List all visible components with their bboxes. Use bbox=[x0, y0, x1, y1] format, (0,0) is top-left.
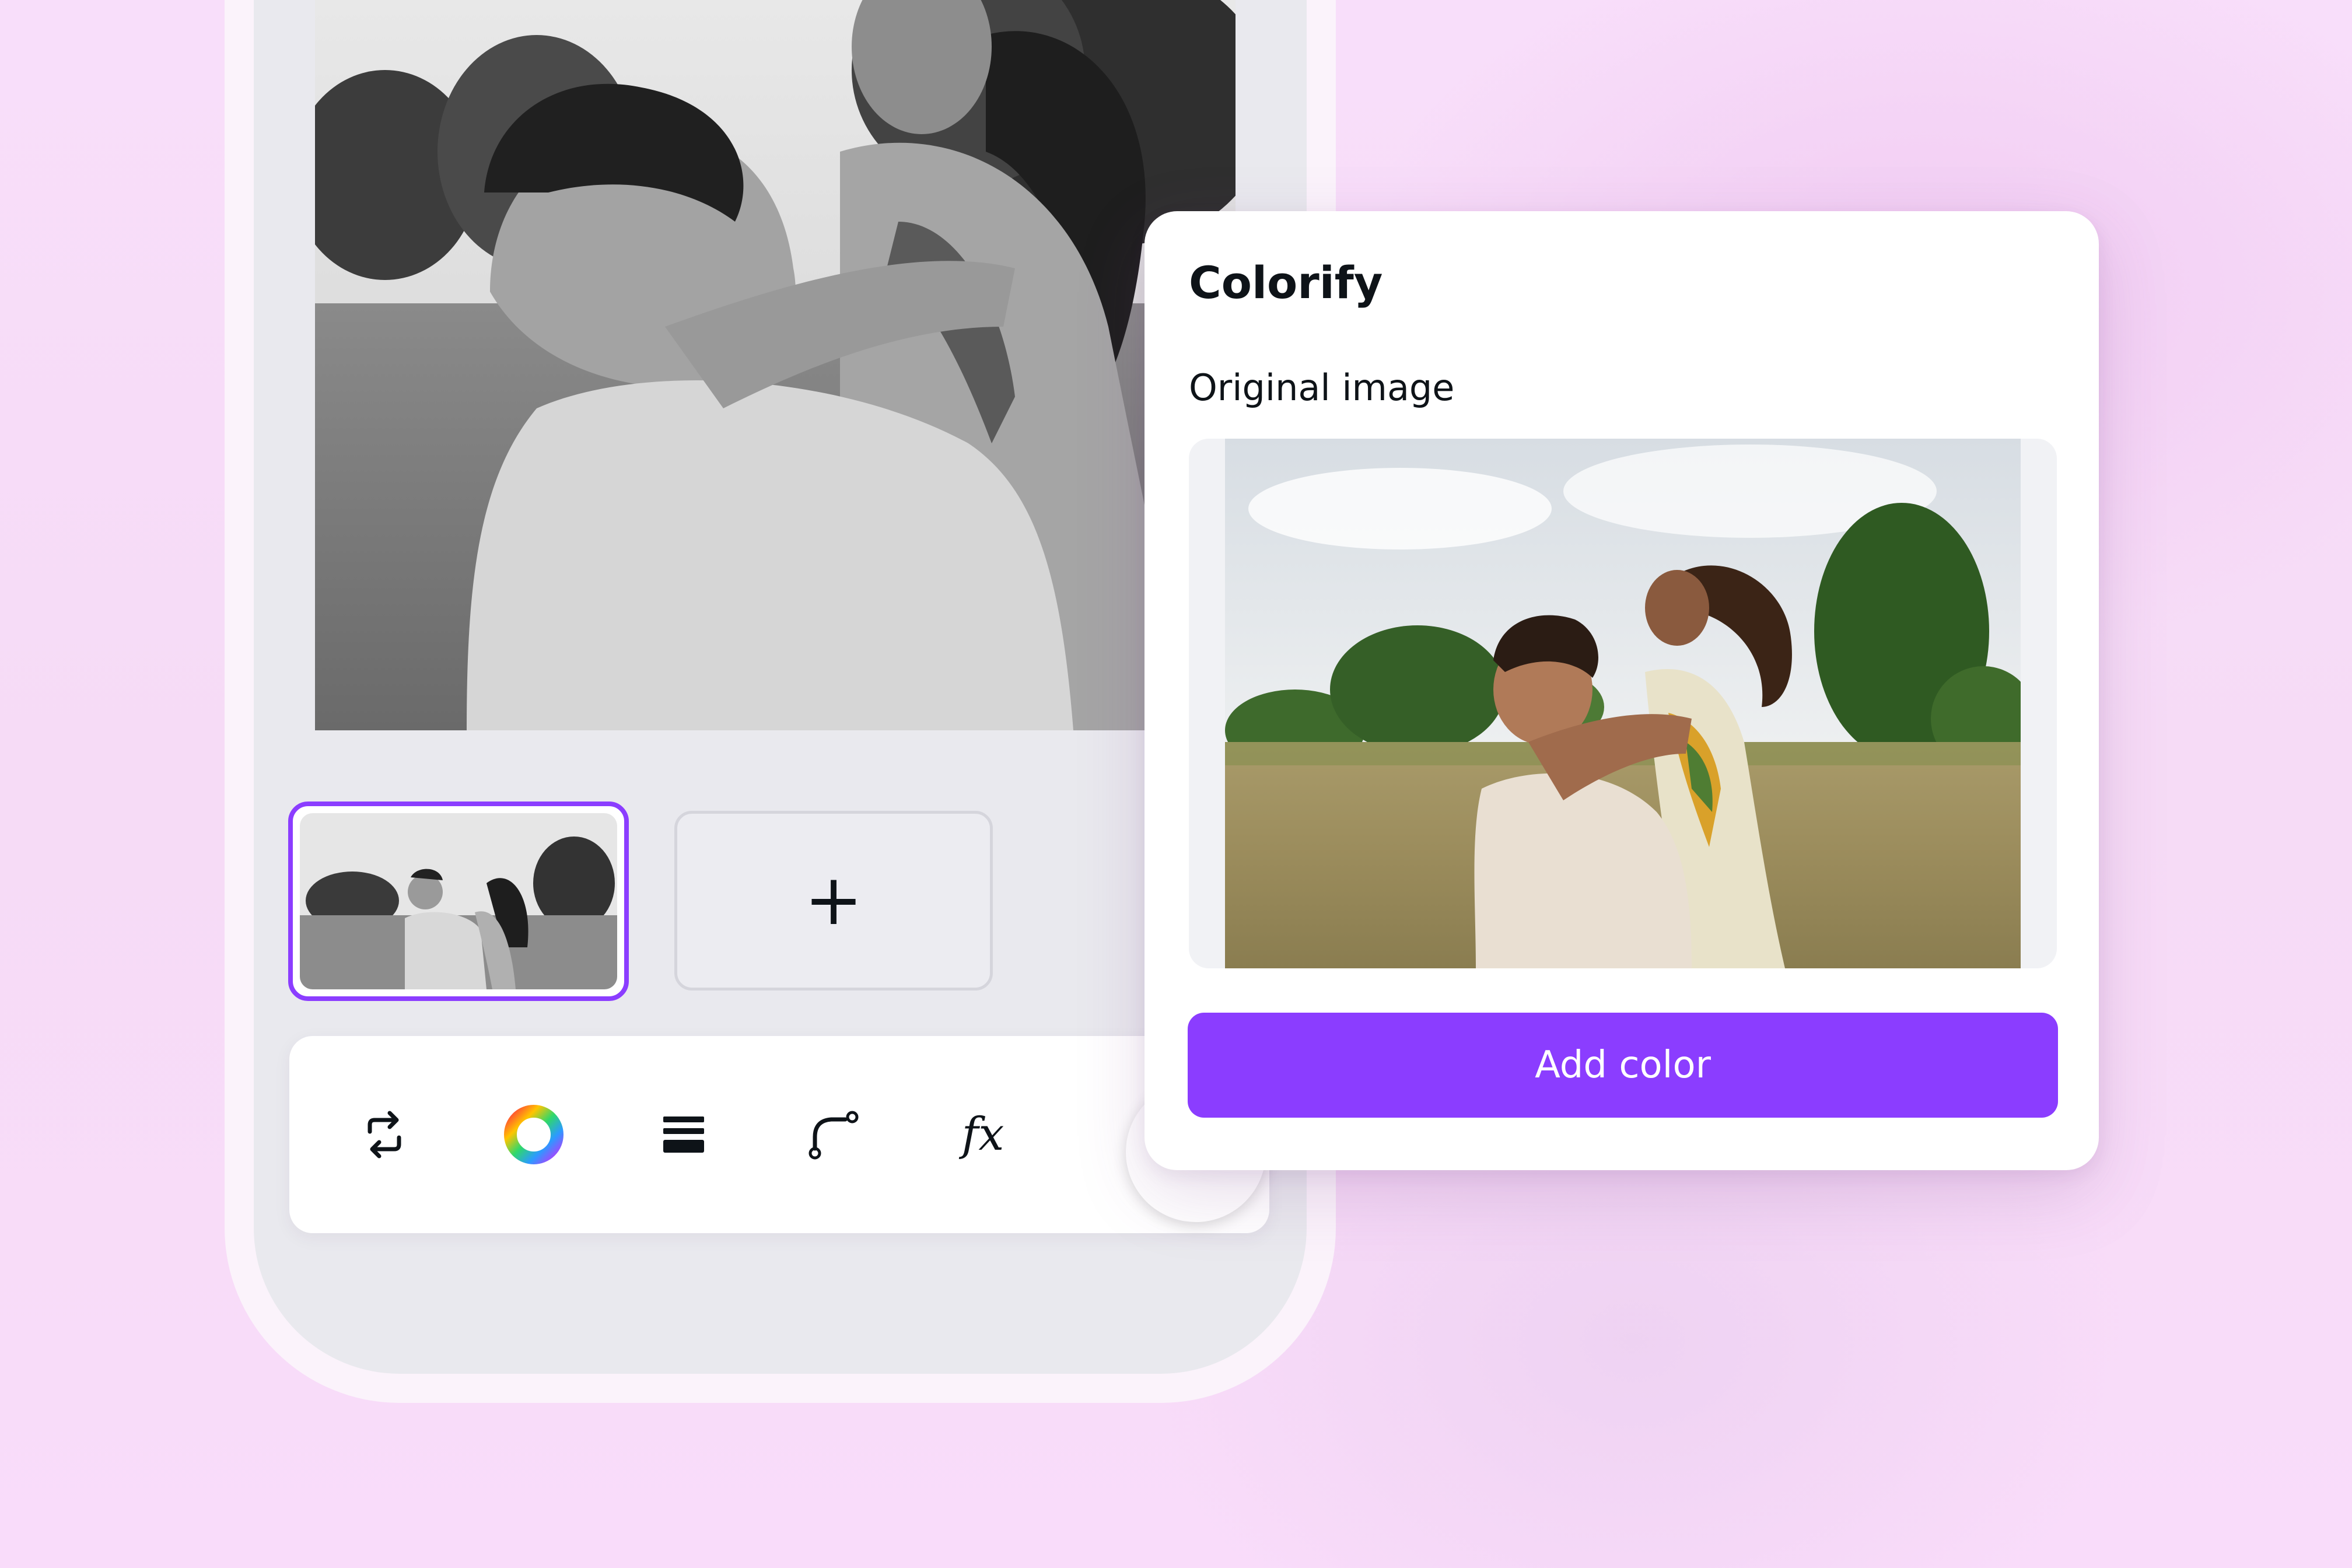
page-thumbnail-selected[interactable] bbox=[288, 802, 629, 1001]
plus-icon: + bbox=[804, 860, 863, 941]
tool-color[interactable] bbox=[496, 1097, 572, 1172]
tool-curve[interactable] bbox=[796, 1097, 872, 1172]
replace-icon bbox=[368, 1111, 401, 1158]
tool-effects[interactable]: fx bbox=[945, 1097, 1021, 1172]
color-wheel-icon bbox=[504, 1105, 564, 1164]
tool-position[interactable] bbox=[646, 1097, 722, 1172]
editor-toolbar bbox=[289, 1036, 1269, 1233]
couple-photo-bw bbox=[315, 0, 1236, 730]
add-page-button[interactable]: + bbox=[674, 811, 993, 991]
add-color-button[interactable]: Add color bbox=[1188, 1013, 2058, 1118]
position-layers-icon bbox=[663, 1116, 704, 1153]
thumbnail-photo bbox=[300, 813, 617, 989]
couple-photo-color bbox=[1225, 439, 2021, 968]
path-curve-icon bbox=[808, 1111, 859, 1160]
original-image-label: Original image bbox=[1189, 366, 1455, 409]
tool-replace[interactable] bbox=[346, 1097, 422, 1172]
canvas-photo[interactable] bbox=[315, 0, 1236, 730]
original-image-preview bbox=[1189, 439, 2057, 968]
thumbnail-image bbox=[300, 813, 617, 989]
effects-fx-icon: fx bbox=[961, 1108, 1005, 1161]
panel-title: Colorify bbox=[1189, 257, 1383, 309]
original-photo bbox=[1225, 439, 2021, 968]
